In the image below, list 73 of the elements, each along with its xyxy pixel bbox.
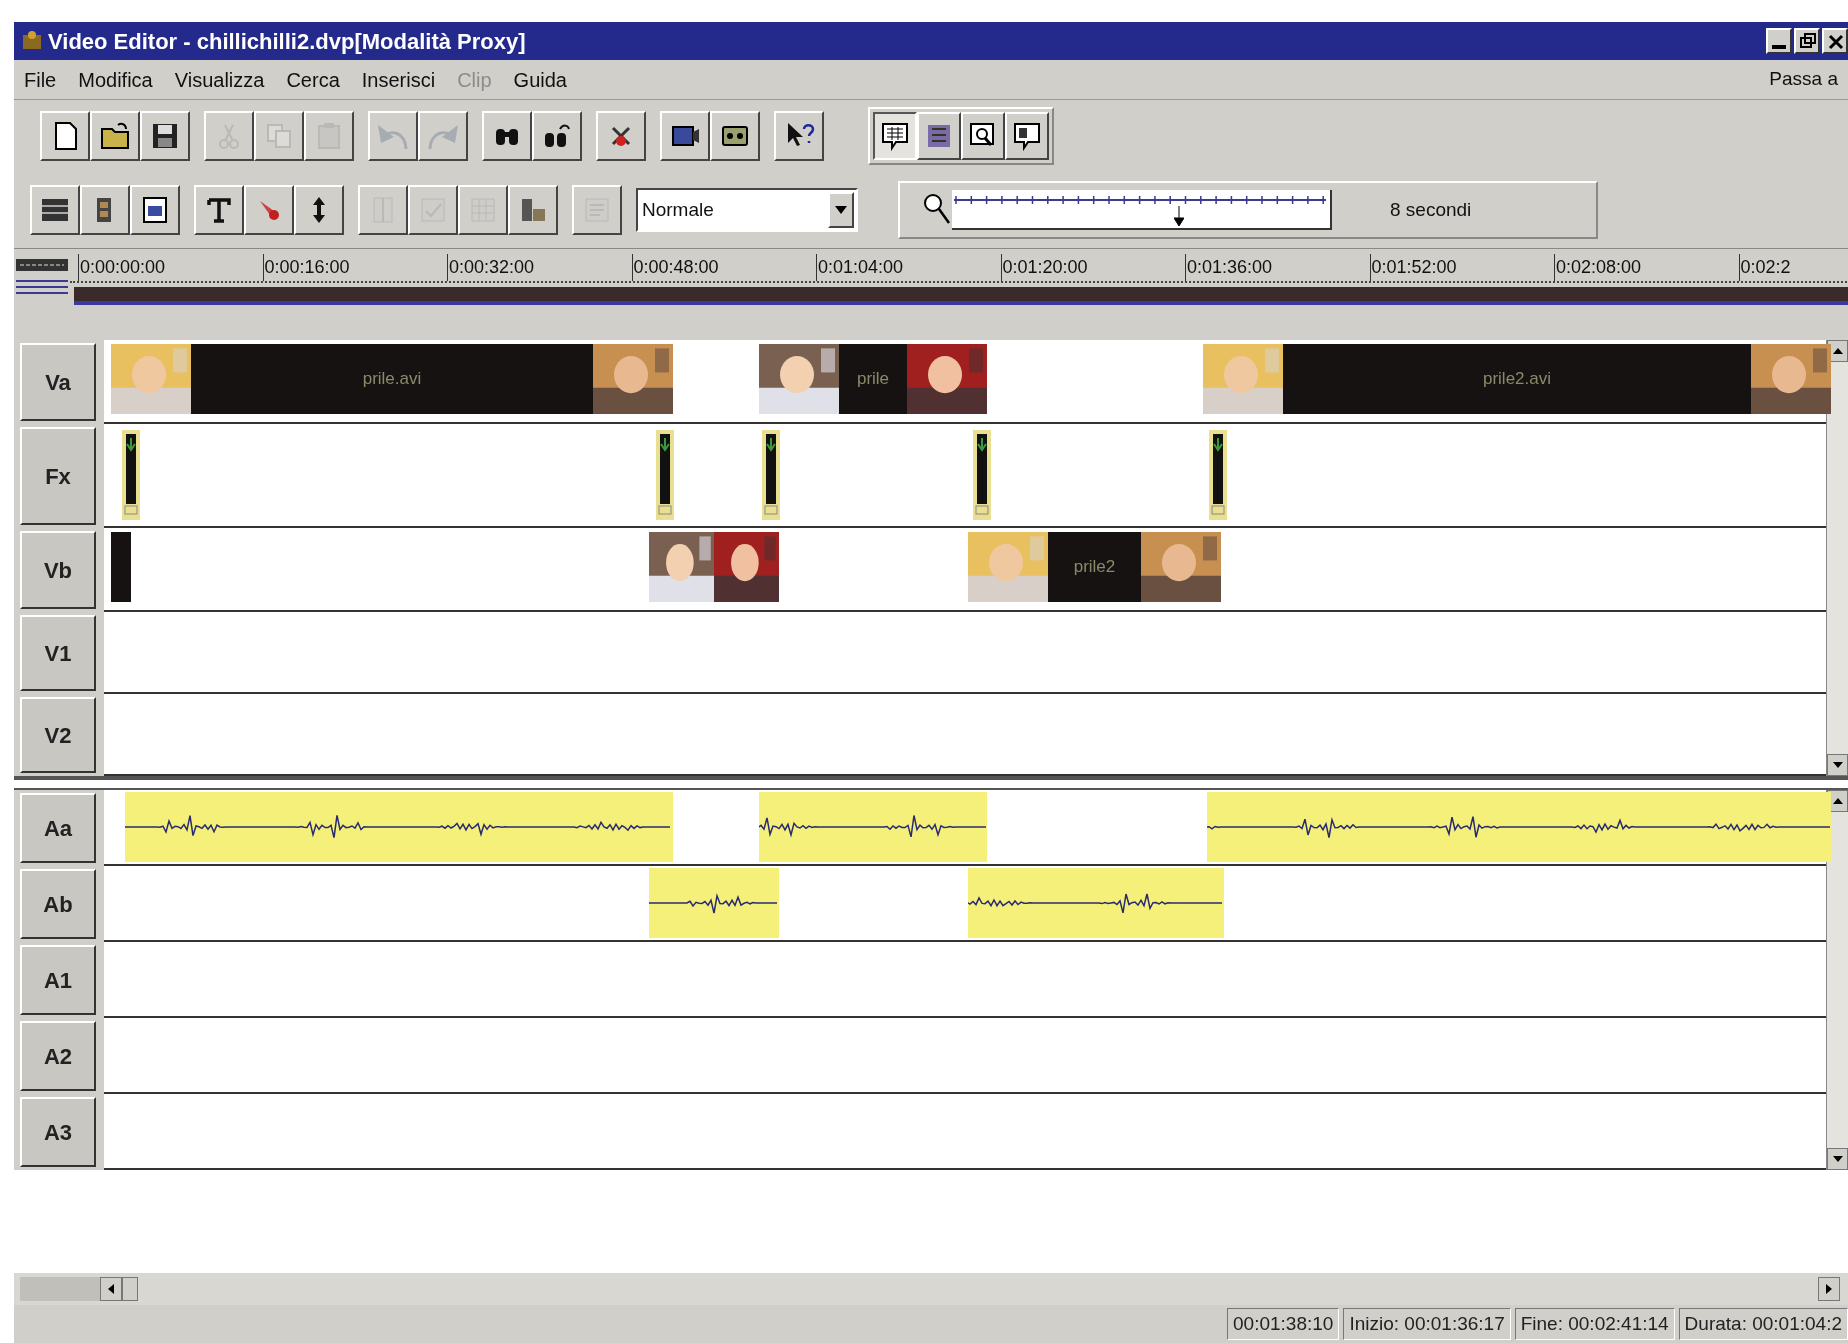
transition-marker[interactable]: [122, 430, 140, 520]
timecode-label: 0:02:2: [1738, 254, 1848, 281]
clip-label: prile2: [1073, 556, 1116, 579]
menu-item[interactable]: Inserisci: [361, 64, 436, 95]
timecode-label: 0:00:32:00: [447, 254, 632, 281]
menu-item[interactable]: Cerca: [286, 64, 340, 95]
up-arrow-icon: [1832, 348, 1843, 354]
minimize-button[interactable]: [1766, 28, 1792, 54]
status-panel: 00:01:38:10: [1227, 1308, 1340, 1340]
timecode-label: 0:00:00:00: [78, 254, 263, 281]
menu-item[interactable]: File: [24, 64, 57, 95]
track-header[interactable]: Va: [20, 343, 96, 421]
video-clip[interactable]: [111, 532, 131, 602]
status-panel: Inizio: 00:01:36:17: [1343, 1308, 1511, 1340]
audio-clip[interactable]: [1207, 792, 1831, 862]
clip-label: prile.avi: [362, 368, 422, 391]
transition-marker[interactable]: [1209, 430, 1227, 520]
caret-icon: [835, 206, 847, 214]
transition-marker[interactable]: [762, 430, 780, 520]
track-header[interactable]: Vb: [20, 531, 96, 609]
mode-dropdown[interactable]: Normale: [636, 188, 858, 232]
video-clip[interactable]: prile.avi: [111, 344, 673, 414]
minimize-icon: [1772, 45, 1786, 49]
track-header[interactable]: V1: [20, 615, 96, 691]
zoom-slider[interactable]: [952, 190, 1332, 230]
track-header[interactable]: A3: [20, 1097, 96, 1167]
toolbar-button[interactable]: [873, 112, 917, 160]
menu-item[interactable]: Passa a: [1769, 65, 1838, 94]
menu-item[interactable]: Guida: [513, 64, 567, 95]
video-clip[interactable]: prile2: [968, 532, 1221, 602]
audio-clip[interactable]: [968, 868, 1224, 938]
right-arrow-icon: [1826, 1284, 1832, 1294]
track-header[interactable]: V2: [20, 697, 96, 773]
down-arrow-icon: [1832, 1156, 1843, 1162]
window-title: Video Editor - chillichilli2.dvp[Modalità Proxy]: [48, 27, 527, 56]
timecode-label: 0:01:20:00: [1000, 254, 1185, 281]
track-header[interactable]: Ab: [20, 869, 96, 939]
track-header[interactable]: Aa: [20, 793, 96, 863]
horizontal-scrollbar[interactable]: [14, 1273, 1848, 1305]
pane-splitter[interactable]: [14, 776, 1848, 790]
close-button[interactable]: [1822, 28, 1848, 54]
video-clip[interactable]: prile: [759, 344, 987, 414]
track-header[interactable]: Fx: [20, 427, 96, 525]
track-header[interactable]: A1: [20, 945, 96, 1015]
video-clip[interactable]: prile2.avi: [1203, 344, 1831, 414]
video-clip[interactable]: [649, 532, 779, 602]
vertical-scrollbar[interactable]: [1826, 790, 1848, 1170]
zoom-reading: 8 secondi: [1390, 197, 1472, 222]
down-arrow-icon: [1832, 762, 1843, 768]
timecode-label: 0:00:48:00: [631, 254, 816, 281]
up-arrow-icon: [1832, 798, 1843, 804]
transition-marker[interactable]: [973, 430, 991, 520]
maximize-button[interactable]: [1794, 28, 1820, 54]
slider-thumb[interactable]: [1174, 206, 1184, 226]
track-header[interactable]: A2: [20, 1021, 96, 1091]
timecode-label: 0:01:36:00: [1185, 254, 1370, 281]
menu-item[interactable]: Visualizza: [174, 64, 265, 95]
timecode-label: 0:02:08:00: [1554, 254, 1739, 281]
audio-clip[interactable]: [759, 792, 987, 862]
menu-item[interactable]: Modifica: [78, 64, 153, 95]
timecode-label: 0:01:04:00: [816, 254, 1001, 281]
clip-label: prile2.avi: [1482, 368, 1551, 391]
timecode-label: 0:01:52:00: [1369, 254, 1554, 281]
audio-clip[interactable]: [125, 792, 673, 862]
vertical-scrollbar[interactable]: [1826, 340, 1848, 776]
clip-label: prile: [856, 368, 890, 391]
status-panel: Fine: 00:02:41:14: [1514, 1308, 1675, 1340]
timecode-label: 0:00:16:00: [262, 254, 447, 281]
left-arrow-icon: [108, 1284, 114, 1294]
audio-clip[interactable]: [649, 868, 779, 938]
status-panel: Durata: 00:01:04:2: [1678, 1308, 1848, 1340]
transition-marker[interactable]: [656, 430, 674, 520]
scrollbar-thumb[interactable]: [122, 1277, 138, 1301]
